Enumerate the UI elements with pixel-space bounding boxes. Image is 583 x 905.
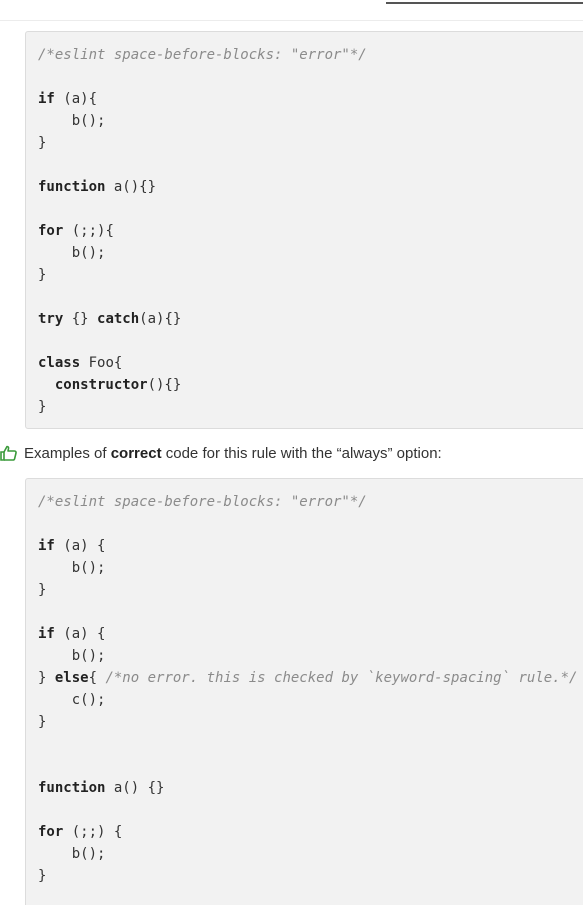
caption-suffix: code for this rule with the “always” opt… bbox=[161, 444, 442, 462]
code-keyword: else bbox=[54, 670, 89, 686]
caption-text: Examples of correct code for this rule w… bbox=[24, 445, 442, 462]
code-line: } bbox=[38, 579, 583, 601]
code-text: } bbox=[38, 714, 47, 730]
code-keyword: for bbox=[38, 223, 64, 239]
code-text: } bbox=[38, 582, 47, 598]
code-text: (a) { bbox=[54, 538, 106, 554]
correct-code-block: /*eslint space-before-blocks: "error"*/ i… bbox=[25, 478, 583, 905]
code-line: try {} catch(a){} bbox=[38, 308, 583, 330]
code-line: for (;;) { bbox=[38, 821, 583, 843]
code-line: /*eslint space-before-blocks: "error"*/ bbox=[38, 44, 583, 66]
code-text: (){} bbox=[147, 377, 182, 393]
code-keyword: catch bbox=[97, 311, 140, 327]
code-line: } else{ /*no error. this is checked by `… bbox=[38, 667, 583, 689]
code-comment: /*eslint space-before-blocks: "error"*/ bbox=[38, 494, 367, 510]
code-line: if (a) { bbox=[38, 535, 583, 557]
code-text: b(); bbox=[38, 846, 106, 862]
code-line: b(); bbox=[38, 645, 583, 667]
code-line: } bbox=[38, 396, 583, 418]
code-text: (a){ bbox=[54, 91, 98, 107]
code-text: b(); bbox=[38, 648, 106, 664]
code-text: b(); bbox=[38, 560, 106, 576]
code-line: } bbox=[38, 865, 583, 887]
caption-prefix: Examples of bbox=[24, 444, 111, 462]
code-keyword: if bbox=[38, 626, 55, 642]
code-text: {} bbox=[63, 311, 98, 327]
code-text: b(); bbox=[38, 245, 106, 261]
thumbs-up-icon bbox=[0, 444, 18, 462]
code-line: b(); bbox=[38, 242, 583, 264]
code-line: b(); bbox=[38, 557, 583, 579]
code-text: } bbox=[38, 868, 47, 884]
code-text: { bbox=[88, 670, 106, 686]
code-text: (;;) { bbox=[63, 824, 123, 840]
code-line: function a(){} bbox=[38, 176, 583, 198]
code-text: a() {} bbox=[105, 780, 165, 796]
code-line: function a() {} bbox=[38, 777, 583, 799]
code-text: c(); bbox=[38, 692, 106, 708]
code-keyword: try bbox=[38, 311, 64, 327]
code-line: c(); bbox=[38, 689, 583, 711]
scroll-indicator-line bbox=[386, 2, 583, 4]
code-text: a(){} bbox=[105, 179, 157, 195]
caption-emphasis: correct bbox=[110, 444, 162, 462]
code-keyword: class bbox=[38, 355, 81, 371]
code-keyword: for bbox=[38, 824, 64, 840]
code-text: (a){} bbox=[139, 311, 182, 327]
code-text: } bbox=[38, 135, 47, 151]
code-comment: /*no error. this is checked by `keyword-… bbox=[105, 670, 578, 686]
incorrect-code-block: /*eslint space-before-blocks: "error"*/ i… bbox=[25, 31, 583, 429]
code-text: } bbox=[38, 399, 47, 415]
code-line: /*eslint space-before-blocks: "error"*/ bbox=[38, 491, 583, 513]
code-text: Foo{ bbox=[80, 355, 123, 371]
code-text: b(); bbox=[38, 113, 106, 129]
code-keyword: constructor bbox=[54, 377, 148, 393]
code-line: } bbox=[38, 132, 583, 154]
examples-caption: Examples of correct code for this rule w… bbox=[0, 442, 442, 464]
code-keyword: function bbox=[38, 179, 106, 195]
code-line: class Foo{ bbox=[38, 352, 583, 374]
code-line: b(); bbox=[38, 843, 583, 865]
code-keyword: if bbox=[38, 538, 55, 554]
code-line: for (;;){ bbox=[38, 220, 583, 242]
code-line: b(); bbox=[38, 110, 583, 132]
code-line: if (a) { bbox=[38, 623, 583, 645]
code-text: } bbox=[38, 670, 55, 686]
code-comment: /*eslint space-before-blocks: "error"*/ bbox=[38, 47, 367, 63]
code-keyword: if bbox=[38, 91, 55, 107]
code-keyword: function bbox=[38, 780, 106, 796]
code-line: constructor(){} bbox=[38, 374, 583, 396]
code-line: } bbox=[38, 264, 583, 286]
code-text: (;;){ bbox=[63, 223, 114, 239]
code-lines: /*eslint space-before-blocks: "error"*/ i… bbox=[26, 479, 583, 887]
code-line: if (a){ bbox=[38, 88, 583, 110]
code-text: (a) { bbox=[54, 626, 106, 642]
code-text: } bbox=[38, 267, 47, 283]
code-lines: /*eslint space-before-blocks: "error"*/ i… bbox=[26, 32, 583, 418]
code-line: } bbox=[38, 711, 583, 733]
